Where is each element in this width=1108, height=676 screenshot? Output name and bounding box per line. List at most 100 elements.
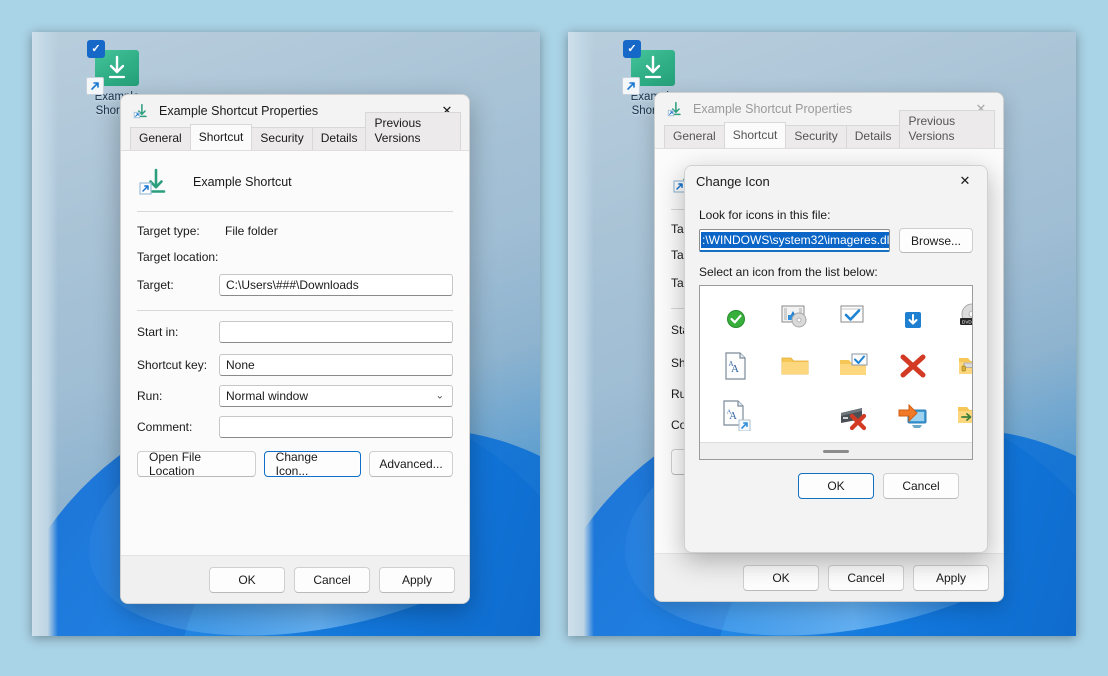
label-start-in: Start in: xyxy=(137,325,219,339)
run-select[interactable]: Normal window ⌄ xyxy=(219,385,453,407)
ok-button[interactable]: OK xyxy=(209,567,285,593)
check-badge-icon: ✓ xyxy=(623,40,641,58)
tab-previous-versions[interactable]: Previous Versions xyxy=(899,110,995,148)
chevron-down-icon: ⌄ xyxy=(436,390,444,401)
icon-cell-green-check[interactable] xyxy=(706,292,765,341)
label-target-location: Target location: xyxy=(137,250,219,264)
icon-cell-folder-sync[interactable] xyxy=(942,390,973,439)
icon-cell-blue-check-window[interactable] xyxy=(824,292,883,341)
download-shortcut-icon xyxy=(666,100,684,118)
row-shortcut-key: Shortcut key: None xyxy=(121,349,469,380)
tab-general[interactable]: General xyxy=(664,125,725,148)
desktop-panel-right: ✓ Example Shortcut Example Shortcut Prop… xyxy=(568,32,1076,636)
icon-cell-blue-down-arrow[interactable] xyxy=(883,292,942,341)
target-input[interactable]: C:\Users\###\Downloads xyxy=(219,274,453,296)
icon-cell-network-transfer[interactable] xyxy=(883,390,942,439)
start-in-input[interactable] xyxy=(219,321,453,343)
shortcut-action-buttons: Open File Location Change Icon... Advanc… xyxy=(121,442,469,477)
svg-text:A: A xyxy=(729,460,737,461)
cancel-button[interactable]: Cancel xyxy=(828,565,904,591)
scrollbar-thumb[interactable] xyxy=(823,450,849,453)
drive-error-icon xyxy=(838,399,870,431)
download-arrow-icon xyxy=(107,55,127,81)
properties-footer: OK Cancel Apply xyxy=(121,555,469,603)
icon-cell-font-file[interactable]: A A xyxy=(706,341,765,390)
download-arrow-icon xyxy=(643,55,663,81)
label-run: Run: xyxy=(137,389,219,403)
row-target-type: Target type: File folder xyxy=(121,218,469,244)
cancel-button[interactable]: Cancel xyxy=(883,473,959,499)
row-comment: Comment: xyxy=(121,411,469,442)
screen: ✓ Example Shortcut Example Shortcut Prop… xyxy=(0,0,1108,676)
row-start-in: Start in: xyxy=(121,315,469,349)
tab-security[interactable]: Security xyxy=(785,125,846,148)
label-target-type: Target type: xyxy=(137,224,219,238)
change-icon-footer: OK Cancel xyxy=(699,460,973,499)
folder-sync-icon xyxy=(956,399,974,431)
properties-window-title: Example Shortcut Properties xyxy=(159,104,318,118)
run-select-value: Normal window xyxy=(226,389,308,403)
change-icon-body: Look for icons in this file: :\WINDOWS\s… xyxy=(685,196,987,553)
label-shortcut-key: Shortcut key: xyxy=(137,358,219,372)
shortcut-header: Example Shortcut xyxy=(121,151,469,211)
svg-text:A: A xyxy=(726,408,731,415)
change-icon-dialog: Change Icon ✕ Look for icons in this fil… xyxy=(684,165,988,553)
icon-file-path-input[interactable]: :\WINDOWS\system32\imageres.dll xyxy=(699,229,890,252)
properties-footer: OK Cancel Apply xyxy=(655,553,1003,601)
tab-previous-versions[interactable]: Previous Versions xyxy=(365,112,461,150)
cancel-button[interactable]: Cancel xyxy=(294,567,370,593)
shortcut-arrow-badge-icon xyxy=(622,77,640,95)
change-icon-dialog-title: Change Icon xyxy=(696,174,770,189)
media-disc-icon xyxy=(779,301,811,333)
open-file-location-button[interactable]: Open File Location xyxy=(137,451,256,477)
advanced-button[interactable]: Advanced... xyxy=(369,451,453,477)
tab-shortcut[interactable]: Shortcut xyxy=(190,124,253,150)
icon-cell-media-disc[interactable] xyxy=(765,292,824,341)
row-run: Run: Normal window ⌄ xyxy=(121,380,469,411)
tab-shortcut[interactable]: Shortcut xyxy=(724,122,787,148)
tab-general[interactable]: General xyxy=(130,127,191,150)
icon-cell-drive-error[interactable] xyxy=(824,390,883,439)
icon-cell-folder-open[interactable] xyxy=(765,341,824,390)
properties-body: Example Shortcut Target type: File folde… xyxy=(121,151,469,580)
red-x-delete-icon xyxy=(897,350,929,382)
change-icon-button[interactable]: Change Icon... xyxy=(264,451,361,477)
tab-details[interactable]: Details xyxy=(312,127,367,150)
green-check-icon xyxy=(723,304,749,330)
svg-text:A: A xyxy=(728,360,733,368)
horizontal-scrollbar[interactable] xyxy=(700,442,972,459)
icon-cell-zipped-folder[interactable] xyxy=(942,341,973,390)
change-icon-titlebar[interactable]: Change Icon ✕ xyxy=(685,166,987,196)
properties-tabstrip: General Shortcut Security Details Previo… xyxy=(121,127,469,151)
value-target-type: File folder xyxy=(219,224,278,238)
icon-cell-font-file-shortcut[interactable]: A A xyxy=(706,390,765,439)
icon-cell-folder-check[interactable] xyxy=(824,341,883,390)
tab-security[interactable]: Security xyxy=(251,127,312,150)
properties-window-title: Example Shortcut Properties xyxy=(693,102,852,116)
shortcut-key-input[interactable]: None xyxy=(219,354,453,376)
blue-check-window-icon xyxy=(838,301,870,333)
close-icon[interactable]: ✕ xyxy=(943,166,987,197)
network-transfer-icon xyxy=(897,399,929,431)
download-shortcut-icon xyxy=(137,165,171,199)
folder-check-icon xyxy=(838,350,870,382)
apply-button[interactable]: Apply xyxy=(379,567,455,593)
ok-button[interactable]: OK xyxy=(743,565,819,591)
tab-details[interactable]: Details xyxy=(846,125,901,148)
apply-button[interactable]: Apply xyxy=(913,565,989,591)
icon-list[interactable]: DVD+RW xyxy=(699,285,973,460)
shortcut-arrow-badge-icon xyxy=(86,77,104,95)
icon-cell-dvd-rw[interactable]: DVD+RW xyxy=(942,292,973,341)
browse-button[interactable]: Browse... xyxy=(899,228,973,253)
ok-button[interactable]: OK xyxy=(798,473,874,499)
select-icon-label: Select an icon from the list below: xyxy=(699,265,973,279)
label-target: Target: xyxy=(137,278,219,292)
font-file-shortcut-icon: A A xyxy=(720,399,752,431)
folder-open-icon xyxy=(779,350,811,382)
comment-input[interactable] xyxy=(219,416,453,438)
row-target: Target: C:\Users\###\Downloads xyxy=(121,270,469,300)
dvd-rw-disc-icon: DVD+RW xyxy=(956,301,974,333)
label-comment: Comment: xyxy=(137,420,219,434)
icon-cell-red-x[interactable] xyxy=(883,341,942,390)
svg-text:DVD+RW: DVD+RW xyxy=(962,319,973,324)
